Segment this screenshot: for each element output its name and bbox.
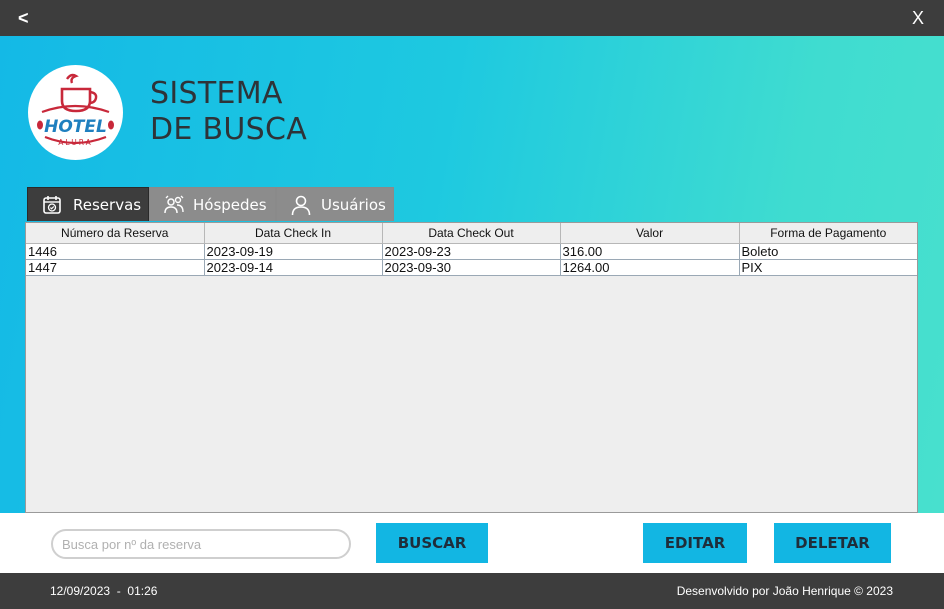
search-input[interactable] <box>51 529 351 559</box>
logo-text: HOTEL <box>44 117 107 137</box>
table-row[interactable]: 1446 2023-09-19 2023-09-23 316.00 Boleto <box>26 243 917 260</box>
datetime-label: 12/09/2023 - 01:26 <box>50 584 158 598</box>
status-bar: 12/09/2023 - 01:26 Desenvolvido por João… <box>0 573 944 609</box>
column-header[interactable]: Valor <box>560 223 740 244</box>
tab-reservas-label: Reservas <box>73 196 142 214</box>
tab-usuarios[interactable]: Usuários <box>276 187 394 221</box>
table-cell[interactable]: 1264.00 <box>560 259 740 276</box>
column-header[interactable]: Data Check In <box>204 223 383 244</box>
page-title-line2: DE BUSCA <box>150 112 308 147</box>
logo-subtext: ALURA <box>58 138 92 147</box>
table-cell[interactable]: 1447 <box>26 259 205 276</box>
credit-label: Desenvolvido por João Henrique © 2023 <box>676 584 893 598</box>
table-header-row: Número da Reserva Data Check In Data Che… <box>26 223 917 244</box>
main-panel: HOTEL ALURA SISTEMA DE BUSCA Reservas Hó… <box>0 36 944 513</box>
delete-button[interactable]: DELETAR <box>774 523 891 563</box>
tab-hospedes-label: Hóspedes <box>193 196 267 214</box>
calendar-check-icon <box>43 196 61 214</box>
edit-button[interactable]: EDITAR <box>643 523 747 563</box>
title-bar: < X <box>0 0 944 36</box>
search-button[interactable]: BUSCAR <box>376 523 488 563</box>
table-cell[interactable]: PIX <box>739 259 917 276</box>
table-cell[interactable]: 2023-09-14 <box>204 259 383 276</box>
column-header[interactable]: Data Check Out <box>382 223 561 244</box>
coffee-cup-icon: HOTEL ALURA <box>37 73 114 147</box>
close-button[interactable]: X <box>912 8 924 29</box>
table-cell[interactable]: 2023-09-23 <box>382 243 561 260</box>
column-header[interactable]: Número da Reserva <box>26 223 205 244</box>
user-icon <box>291 195 311 216</box>
reservations-table: Número da Reserva Data Check In Data Che… <box>26 223 917 276</box>
page-title-line1: SISTEMA <box>150 76 283 111</box>
table-cell[interactable]: Boleto <box>739 243 917 260</box>
tab-usuarios-label: Usuários <box>321 196 386 214</box>
table-cell[interactable]: 1446 <box>26 243 205 260</box>
table-cell[interactable]: 316.00 <box>560 243 740 260</box>
reservations-table-container: Número da Reserva Data Check In Data Che… <box>25 222 918 513</box>
guests-icon <box>164 195 184 214</box>
table-cell[interactable]: 2023-09-30 <box>382 259 561 276</box>
back-button[interactable]: < <box>18 8 29 29</box>
table-row[interactable]: 1447 2023-09-14 2023-09-30 1264.00 PIX <box>26 259 917 276</box>
column-header[interactable]: Forma de Pagamento <box>739 223 917 244</box>
tab-reservas[interactable]: Reservas <box>27 187 149 221</box>
hotel-logo: HOTEL ALURA <box>28 65 123 160</box>
table-cell[interactable]: 2023-09-19 <box>204 243 383 260</box>
action-bar: BUSCAR EDITAR DELETAR <box>0 513 944 573</box>
page-title: SISTEMA DE BUSCA <box>150 76 307 148</box>
tab-hospedes[interactable]: Hóspedes <box>149 187 276 221</box>
